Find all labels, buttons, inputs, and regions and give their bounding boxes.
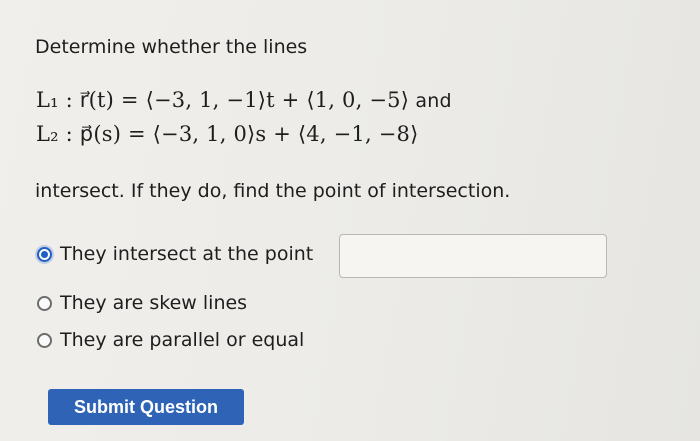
line-1-equation: L₁ : r⃗(t) = ⟨−3, 1, −1⟩t + ⟨1, 0, −5⟩ a… <box>36 88 452 112</box>
question-instruction: intersect. If they do, find the point of… <box>35 180 511 202</box>
line-1-math: L₁ : r⃗(t) = ⟨−3, 1, −1⟩t + ⟨1, 0, −5⟩ <box>36 88 410 112</box>
question-prompt: Determine whether the lines <box>35 36 308 58</box>
option-intersect[interactable]: They intersect at the point <box>37 243 313 265</box>
option-skew[interactable]: They are skew lines <box>37 292 247 314</box>
line-connector: and <box>415 90 452 112</box>
option-parallel[interactable]: They are parallel or equal <box>37 329 304 351</box>
radio-unselected-icon[interactable] <box>37 332 52 348</box>
line-2-equation: L₂ : p⃗(s) = ⟨−3, 1, 0⟩s + ⟨4, −1, −8⟩ <box>36 122 418 146</box>
line-2-math: L₂ : p⃗(s) = ⟨−3, 1, 0⟩s + ⟨4, −1, −8⟩ <box>36 122 419 146</box>
intersection-point-input[interactable] <box>339 234 607 278</box>
submit-question-button[interactable]: Submit Question <box>48 389 244 425</box>
option-intersect-label: They intersect at the point <box>60 243 314 265</box>
radio-unselected-icon[interactable] <box>37 295 52 311</box>
option-skew-label: They are skew lines <box>60 292 248 314</box>
radio-selected-icon[interactable] <box>37 246 52 262</box>
option-parallel-label: They are parallel or equal <box>60 329 305 351</box>
question-card: Determine whether the lines L₁ : r⃗(t) =… <box>0 0 700 441</box>
